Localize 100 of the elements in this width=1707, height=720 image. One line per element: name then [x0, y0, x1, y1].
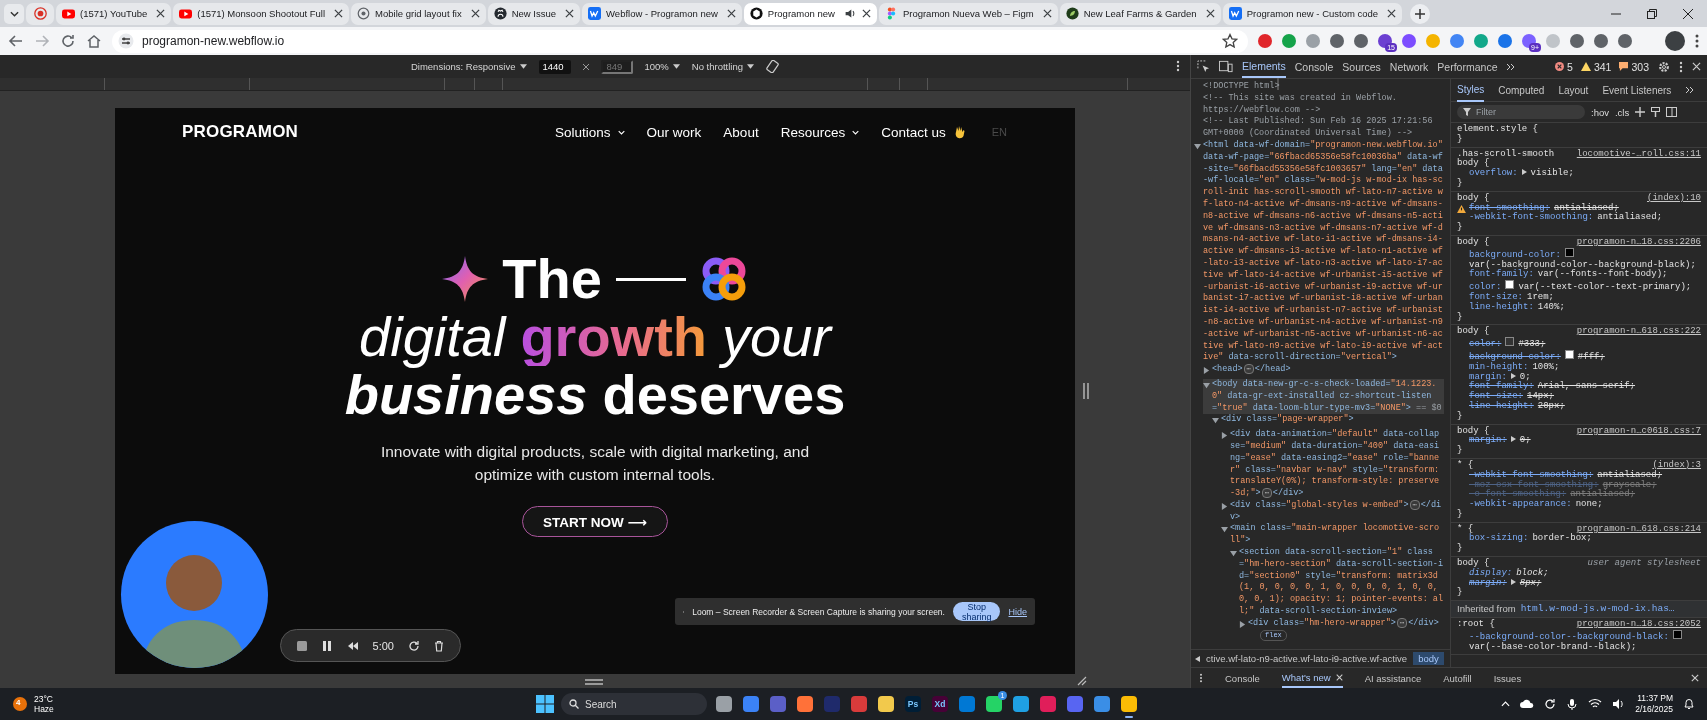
close-icon[interactable]: [1205, 9, 1215, 18]
rotate-icon[interactable]: [766, 60, 780, 73]
close-icon[interactable]: [334, 9, 344, 18]
settings-icon[interactable]: [1658, 60, 1670, 73]
address-bar[interactable]: programon-new.webflow.io: [112, 29, 1248, 53]
app-icon[interactable]: Xd: [932, 696, 948, 712]
browser-tab[interactable]: [26, 2, 54, 25]
browser-tab[interactable]: Programon new - Custom code: [1222, 2, 1403, 25]
expand-triangle-icon[interactable]: [1203, 367, 1210, 375]
nav-dropdown[interactable]: Resources: [780, 124, 860, 140]
site-settings-icon[interactable]: [118, 33, 134, 49]
dom-node[interactable]: <section data-scroll-section="1" class="hm-hero-section" data-scroll-section-id="section0" style="transform: matrix3d(1, 0, 0, 0, 0, 1, 0, 0, 0, 0, 1, 0, 0, 0, 0, 1); opacity: 1; pointer-events: all;" data-scroll-section-inview>: [1239, 547, 1444, 618]
color-swatch[interactable]: [1505, 337, 1515, 347]
star-icon[interactable]: [1222, 33, 1238, 49]
filter-field[interactable]: Filter: [1457, 105, 1585, 119]
dom-node[interactable]: <div class="page-wrapper">: [1221, 414, 1444, 427]
collapse-triangle-icon[interactable]: [1203, 381, 1210, 389]
more-tabs-icon[interactable]: [1685, 86, 1695, 94]
home-icon[interactable]: [86, 33, 102, 49]
more-options-icon[interactable]: [1199, 673, 1203, 683]
more-options-icon[interactable]: [1176, 60, 1180, 72]
clock-time[interactable]: 11:37 PM: [1635, 693, 1673, 704]
device-toggle-icon[interactable]: [1219, 60, 1233, 73]
plus-icon[interactable]: [1635, 107, 1646, 117]
collapse-triangle-icon[interactable]: [1221, 526, 1228, 534]
close-icon[interactable]: [1387, 9, 1397, 18]
collapse-triangle-icon[interactable]: [1212, 417, 1219, 425]
app-icon[interactable]: [797, 696, 813, 712]
nav-dropdown[interactable]: Solutions: [555, 124, 625, 140]
bell-icon[interactable]: [1683, 698, 1695, 710]
browser-tab[interactable]: Mobile grid layout fix: [351, 2, 486, 25]
weather-icon[interactable]: [12, 696, 28, 712]
stylesheet-link[interactable]: programon-n…c0618.css:7: [1576, 426, 1701, 437]
stylesheet-link[interactable]: programon-n…618.css:222: [1576, 327, 1701, 338]
resize-corner-icon[interactable]: [1077, 676, 1087, 686]
start-now-button[interactable]: START NOW ⟶: [522, 506, 668, 537]
extension-icon[interactable]: [1330, 34, 1344, 48]
app-icon[interactable]: [1121, 696, 1137, 712]
browser-tab[interactable]: (1571) YouTube: [56, 2, 172, 25]
extension-icon[interactable]: [1258, 34, 1272, 48]
chevron-up-icon[interactable]: [1501, 701, 1511, 707]
app-icon[interactable]: [716, 696, 732, 712]
more-tabs-icon[interactable]: [1506, 62, 1516, 71]
site-logo[interactable]: PROGRAMON: [182, 122, 299, 142]
class-toggle[interactable]: .cls: [1614, 106, 1630, 118]
error-count[interactable]: 5: [1567, 60, 1573, 73]
stylesheet-link[interactable]: (index):3: [1652, 460, 1701, 471]
stylesheet-link[interactable]: programon-n…618.css:214: [1576, 524, 1701, 535]
color-swatch[interactable]: [1564, 349, 1574, 359]
drawer-tab[interactable]: Console: [1225, 668, 1260, 688]
stylesheet-link[interactable]: (index):10: [1647, 193, 1701, 204]
stylesheet-link[interactable]: locomotive-…roll.css:11: [1576, 149, 1701, 170]
styles-tab[interactable]: Computed: [1498, 78, 1545, 102]
issue-count[interactable]: 303: [1631, 60, 1649, 73]
close-icon[interactable]: [726, 9, 736, 18]
restore-icon[interactable]: [1647, 8, 1657, 19]
extension-icon[interactable]: [1618, 34, 1632, 48]
collapse-triangle-icon[interactable]: [1230, 550, 1237, 558]
refresh-icon[interactable]: [1544, 698, 1557, 710]
breadcrumb[interactable]: body: [1413, 652, 1444, 665]
breadcrumb[interactable]: ctive.wf-lato-n9-active.wf-lato-i9-active.wf-active: [1206, 653, 1408, 664]
resize-handle-icon[interactable]: [1083, 383, 1089, 399]
close-icon[interactable]: [565, 9, 575, 18]
browser-tab[interactable]: Programon new: [743, 2, 877, 25]
browser-tab[interactable]: Programon Nueva Web – Figm: [878, 2, 1058, 25]
nav-link[interactable]: Our work: [646, 124, 702, 140]
browser-tab[interactable]: New Issue: [487, 2, 581, 25]
expand-triangle-icon[interactable]: [1510, 578, 1516, 585]
tab-search-button[interactable]: [4, 3, 24, 24]
devtools-tab[interactable]: Sources: [1342, 55, 1381, 78]
extension-icon[interactable]: [1594, 34, 1608, 48]
element-link[interactable]: html.w-mod-js.w-mod-ix.has…: [1520, 604, 1675, 615]
close-icon[interactable]: [470, 9, 480, 18]
app-icon[interactable]: [959, 696, 975, 712]
color-swatch[interactable]: [1564, 247, 1574, 257]
back-icon[interactable]: [8, 33, 24, 49]
app-icon[interactable]: [1040, 696, 1056, 712]
rewind-icon[interactable]: [347, 639, 359, 652]
app-icon[interactable]: [743, 696, 759, 712]
inspect-icon[interactable]: [1197, 60, 1210, 73]
hide-link[interactable]: Hide: [1008, 606, 1027, 617]
menu-icon[interactable]: [1695, 34, 1699, 48]
clock-date[interactable]: 2/16/2025: [1635, 704, 1673, 715]
search-field[interactable]: Search: [561, 693, 707, 715]
extension-icon[interactable]: [1402, 34, 1416, 48]
color-swatch[interactable]: [1505, 280, 1515, 290]
close-icon[interactable]: [156, 9, 166, 18]
new-tab-button[interactable]: [1410, 3, 1431, 24]
app-icon[interactable]: [851, 696, 867, 712]
width-field[interactable]: 1440: [538, 59, 571, 74]
throttling-dropdown[interactable]: No throttling: [691, 61, 755, 72]
app-icon[interactable]: [1013, 696, 1029, 712]
wifi-icon[interactable]: [1588, 698, 1603, 710]
browser-tab[interactable]: New Leaf Farms & Garden: [1059, 2, 1221, 25]
sidebar-icon[interactable]: [1666, 107, 1678, 117]
extension-icon[interactable]: [1354, 34, 1368, 48]
stop-sharing-button[interactable]: Stop sharing: [952, 602, 1001, 621]
collapse-triangle-icon[interactable]: [1194, 143, 1201, 150]
styles-tab[interactable]: Layout: [1558, 78, 1589, 102]
app-icon[interactable]: [986, 696, 1002, 712]
